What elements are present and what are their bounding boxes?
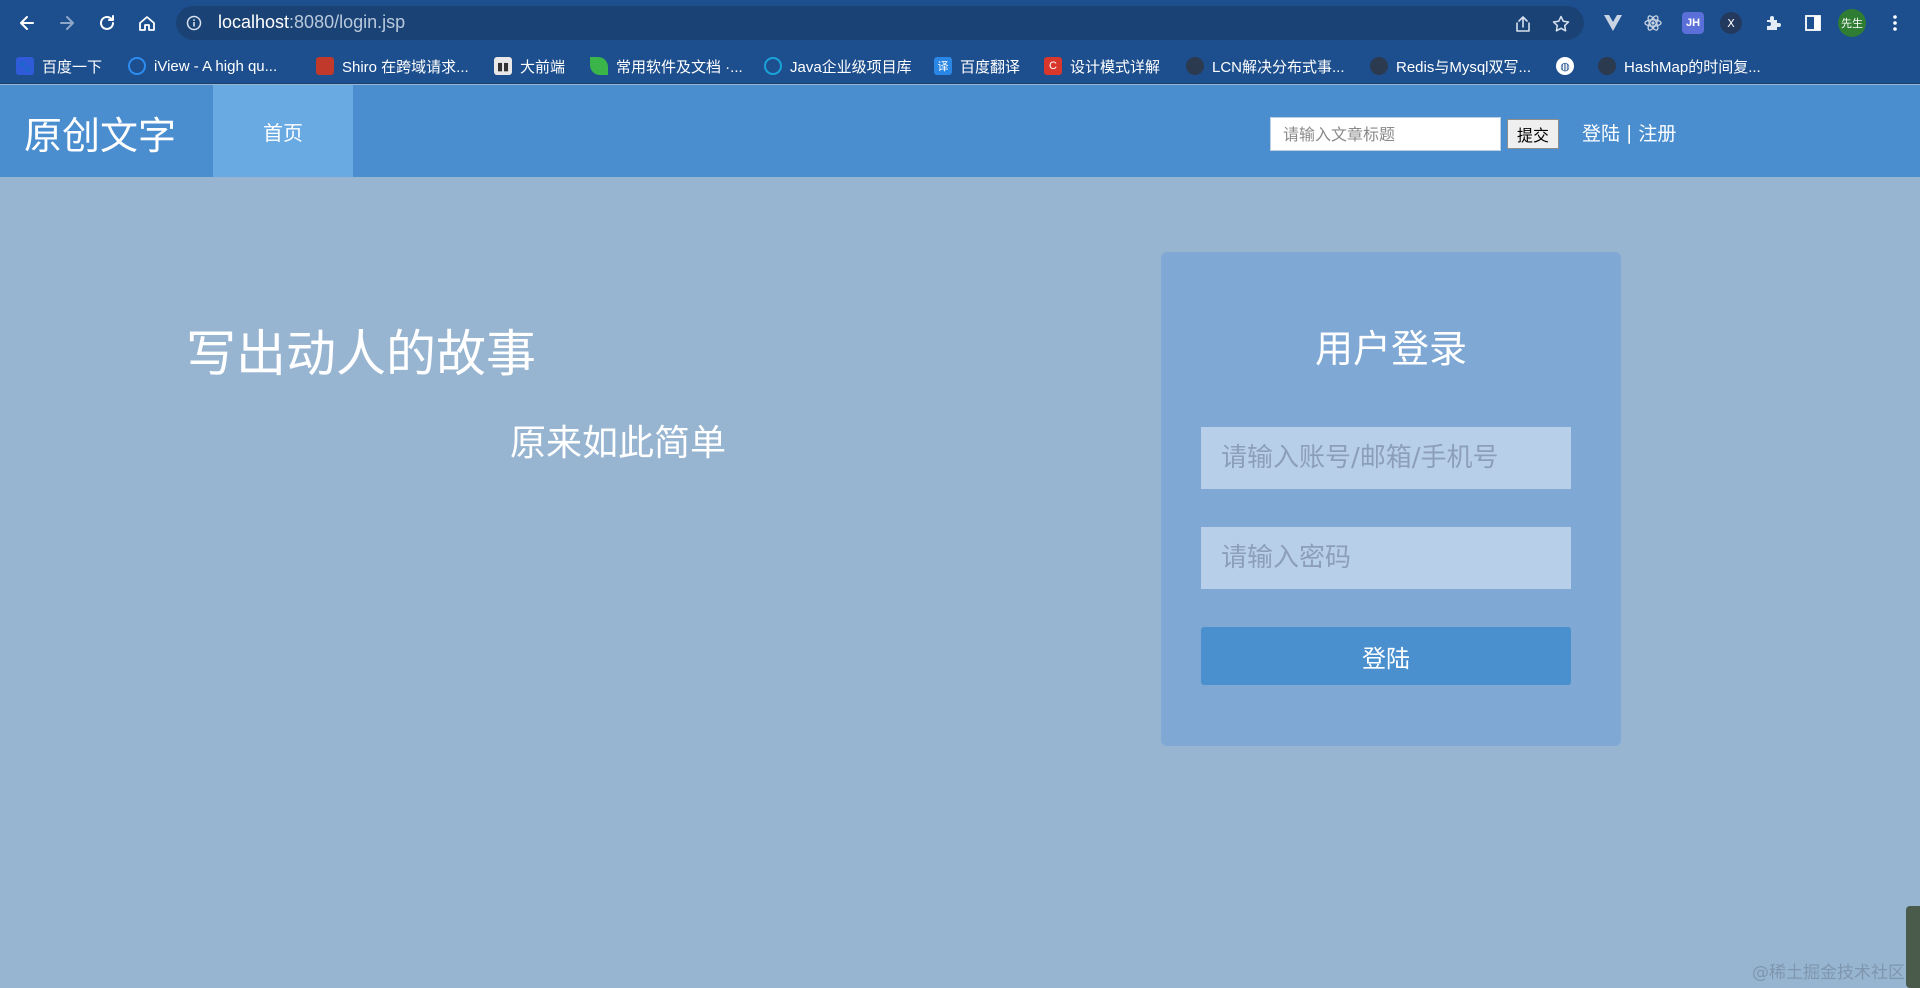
arrow-right-icon bbox=[60, 16, 74, 30]
url-path: :8080/login.jsp bbox=[289, 12, 406, 32]
kebab-menu-icon[interactable] bbox=[1882, 10, 1908, 36]
bookmark-label: 大前端 bbox=[520, 58, 566, 76]
bookmark-label: iView - A high qu... bbox=[154, 57, 278, 75]
site-header: 原创文字 首页 提交 登陆 | 注册 bbox=[0, 85, 1920, 177]
globe-icon: ◍ bbox=[1556, 57, 1574, 75]
home-button[interactable] bbox=[132, 8, 162, 38]
site-brand[interactable]: 原创文字 bbox=[24, 105, 176, 160]
github-icon bbox=[1370, 57, 1388, 75]
x-extension-icon[interactable]: X bbox=[1720, 12, 1742, 34]
side-panel-icon[interactable] bbox=[1800, 10, 1826, 36]
bookmark-label: Java企业级项目库 bbox=[790, 58, 912, 76]
register-link[interactable]: 注册 bbox=[1638, 119, 1676, 146]
search-submit-button[interactable]: 提交 bbox=[1507, 119, 1559, 149]
github-icon bbox=[1186, 57, 1204, 75]
bookmark-label: 百度翻译 bbox=[960, 58, 1021, 76]
corner-widget[interactable] bbox=[1906, 906, 1920, 988]
login-title: 用户登录 bbox=[1314, 327, 1467, 371]
bookmark-item[interactable]: 常用软件及文档 ·... bbox=[590, 55, 743, 77]
extensions-puzzle-icon[interactable] bbox=[1760, 10, 1786, 36]
login-link[interactable]: 登陆 bbox=[1582, 119, 1620, 146]
bookmark-item[interactable]: ▮▮ 大前端 bbox=[494, 55, 565, 77]
login-submit-button[interactable]: 登陆 bbox=[1201, 627, 1571, 685]
password-input[interactable] bbox=[1201, 527, 1571, 589]
bookmark-label: HashMap的时间复... bbox=[1624, 58, 1761, 76]
csdn-icon: C bbox=[1044, 57, 1062, 75]
hero-title: 写出动人的故事 bbox=[186, 325, 536, 383]
profile-avatar[interactable]: 先生 bbox=[1838, 9, 1866, 37]
iview-icon bbox=[128, 57, 146, 75]
back-button[interactable] bbox=[12, 8, 42, 38]
java-icon bbox=[764, 57, 782, 75]
auth-separator: | bbox=[1626, 121, 1633, 144]
bookmark-item[interactable]: Shiro 在跨域请求... bbox=[316, 55, 469, 77]
site-info-icon[interactable] bbox=[186, 15, 202, 35]
react-devtools-icon[interactable] bbox=[1640, 10, 1666, 36]
translate-icon: 译 bbox=[934, 57, 952, 75]
url-text: localhost:8080/login.jsp bbox=[218, 12, 405, 33]
vue-devtools-icon[interactable] bbox=[1600, 10, 1626, 36]
leaf-icon bbox=[590, 57, 608, 75]
home-icon bbox=[139, 16, 155, 31]
address-bar[interactable]: localhost:8080/login.jsp bbox=[176, 6, 1584, 40]
bookmark-label: Shiro 在跨域请求... bbox=[342, 58, 469, 76]
bookmark-item[interactable]: iView - A high qu... bbox=[128, 55, 277, 77]
watermark-text: @稀土掘金技术社区 bbox=[1752, 963, 1905, 983]
login-card: 用户登录 登陆 bbox=[1161, 252, 1621, 746]
github-icon bbox=[1598, 57, 1616, 75]
bookmark-item[interactable]: 译百度翻译 bbox=[934, 55, 1020, 77]
bookmark-item[interactable]: Redis与Mysql双写... bbox=[1370, 55, 1531, 77]
bookmark-item[interactable]: ◍ bbox=[1556, 55, 1574, 77]
nav-home-tab[interactable]: 首页 bbox=[213, 85, 353, 177]
bookmarks-bar: 🐾 百度一下 iView - A high qu... Shiro 在跨域请求..… bbox=[0, 46, 1920, 84]
arrow-left-icon bbox=[20, 16, 34, 30]
jh-extension-icon[interactable]: JH bbox=[1682, 12, 1704, 34]
book-icon: ▮▮ bbox=[494, 57, 512, 75]
hero-subtitle: 原来如此简单 bbox=[510, 423, 727, 464]
share-icon[interactable] bbox=[1512, 13, 1534, 35]
url-host: localhost bbox=[218, 12, 290, 32]
baidu-icon: 🐾 bbox=[16, 57, 34, 75]
bookmark-label: 常用软件及文档 ·... bbox=[616, 58, 743, 76]
shiro-icon bbox=[316, 57, 334, 75]
account-input[interactable] bbox=[1201, 427, 1571, 489]
reload-button[interactable] bbox=[92, 8, 122, 38]
article-search-input[interactable] bbox=[1270, 117, 1501, 151]
browser-toolbar: localhost:8080/login.jsp JH X 先生 bbox=[0, 0, 1920, 46]
bookmark-label: LCN解决分布式事... bbox=[1212, 58, 1345, 76]
bookmark-label: Redis与Mysql双写... bbox=[1396, 58, 1532, 76]
bookmark-item[interactable]: LCN解决分布式事... bbox=[1186, 55, 1345, 77]
forward-button[interactable] bbox=[52, 8, 82, 38]
bookmark-label: 百度一下 bbox=[42, 58, 103, 76]
bookmark-item[interactable]: Java企业级项目库 bbox=[764, 55, 912, 77]
bookmark-label: 设计模式详解 bbox=[1070, 58, 1161, 76]
reload-icon bbox=[100, 15, 114, 30]
bookmark-star-icon[interactable] bbox=[1550, 13, 1572, 35]
auth-links: 登陆 | 注册 bbox=[1582, 119, 1676, 146]
bookmark-item[interactable]: HashMap的时间复... bbox=[1598, 55, 1761, 77]
bookmark-item[interactable]: C 设计模式详解 bbox=[1044, 55, 1160, 77]
bookmark-item[interactable]: 🐾 百度一下 bbox=[16, 55, 102, 77]
